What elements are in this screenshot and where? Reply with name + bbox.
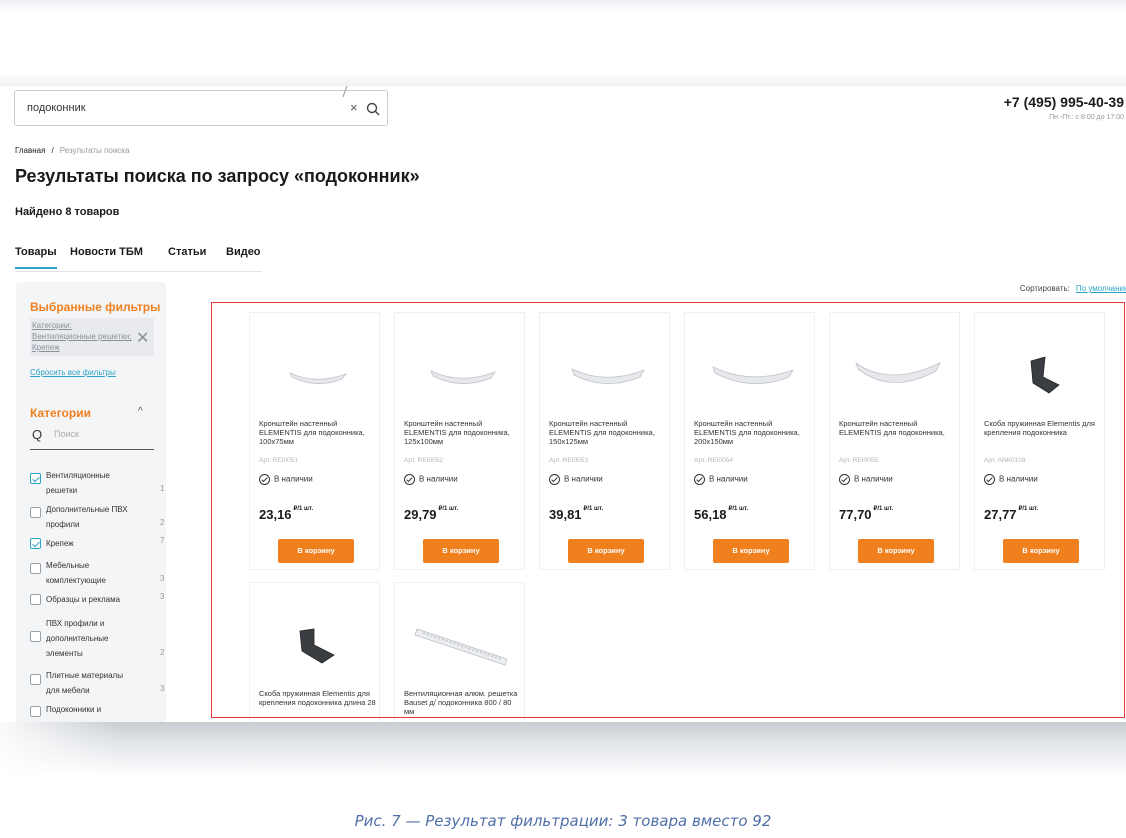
search-icon: Q	[32, 427, 43, 442]
found-count: Найдено 8 товаров	[15, 206, 120, 218]
category-label: Дополнительные ПВХ профили	[46, 505, 128, 529]
category-checkbox[interactable]	[30, 473, 41, 484]
category-count: 3	[160, 592, 165, 601]
screenshot-area: подоконник × +7 (495) 995-40-39 Пн.-Пт.:…	[0, 86, 1126, 722]
sort-control: Сортировать: По умолчанию	[1020, 284, 1126, 293]
category-count: 1	[160, 484, 165, 493]
chevron-up-icon[interactable]: ^	[138, 406, 143, 417]
category-label: Мебельные комплектующие	[46, 561, 106, 585]
sort-label: Сортировать:	[1019, 284, 1070, 293]
category-label: Вентиляционные решетки	[46, 471, 110, 495]
figure-caption: Рис. 7 — Результат фильтрации: 3 товара …	[354, 812, 772, 830]
breadcrumb: Главная / Результаты поиска	[15, 146, 129, 155]
category-checkbox[interactable]	[30, 507, 41, 518]
category-count: 2	[160, 648, 165, 657]
category-count: 3	[160, 574, 165, 583]
category-count: 2	[160, 518, 165, 527]
category-checkbox[interactable]	[30, 538, 41, 549]
category-checkbox[interactable]	[30, 631, 41, 642]
category-label: Подоконники и	[46, 705, 102, 714]
category-count: 7	[160, 536, 165, 545]
working-hours: Пн.-Пт.: с 8:00 до 17:00	[1049, 114, 1124, 121]
tab-articles[interactable]: Статьи	[168, 246, 206, 258]
highlight-frame	[211, 302, 1125, 718]
category-checkbox[interactable]	[30, 563, 41, 574]
cursor-mark	[342, 86, 358, 101]
search-icon[interactable]	[365, 101, 381, 117]
category-label: ПВХ профили и дополнительные элементы	[46, 619, 109, 658]
clear-icon[interactable]: ×	[350, 100, 358, 115]
category-checkbox[interactable]	[30, 674, 41, 685]
selected-filters-title: Выбранные фильтры	[30, 300, 161, 314]
categories-title: Категории	[30, 406, 91, 420]
blurred-edge	[0, 722, 1126, 776]
category-label: Плитные материалы для мебели	[46, 671, 123, 695]
breadcrumb-current: Результаты поиска	[59, 146, 130, 155]
sort-select[interactable]: По умолчанию	[1076, 284, 1126, 293]
tab-news[interactable]: Новости ТБМ	[70, 246, 143, 258]
page-title: Результаты поиска по запросу «подоконник…	[15, 166, 420, 186]
edge-fade	[0, 722, 120, 776]
filter-chip-text[interactable]: Категории: Вентиляционные решетки; Крепе…	[32, 320, 132, 353]
category-search-placeholder: Поиск	[54, 429, 79, 439]
category-count: 3	[160, 684, 165, 693]
reset-filters-link[interactable]: Сбросить все фильтры	[30, 368, 116, 377]
filters-sidebar: Выбранные фильтры Категории: Вентиляцион…	[16, 282, 166, 722]
tab-video[interactable]: Видео	[226, 246, 261, 258]
remove-filter-icon[interactable]: ✕	[136, 328, 149, 348]
category-label: Крепеж	[46, 539, 74, 548]
search-input[interactable]: подоконник ×	[14, 86, 388, 126]
breadcrumb-separator: /	[51, 146, 54, 155]
category-search-input[interactable]: Q Поиск	[30, 424, 154, 450]
filter-chip: Категории: Вентиляционные решетки; Крепе…	[30, 318, 154, 356]
search-value: подоконник	[27, 102, 86, 114]
phone-number[interactable]: +7 (495) 995-40-39	[1004, 94, 1124, 110]
top-strip	[0, 0, 1126, 86]
category-checkbox[interactable]	[30, 594, 41, 605]
category-checkbox[interactable]	[30, 706, 41, 717]
results-tabs: Товары Новости ТБМ Статьи Видео	[15, 246, 262, 272]
category-label: Образцы и реклама	[46, 595, 121, 604]
tab-products[interactable]: Товары	[15, 246, 57, 269]
breadcrumb-home[interactable]: Главная	[15, 146, 45, 155]
